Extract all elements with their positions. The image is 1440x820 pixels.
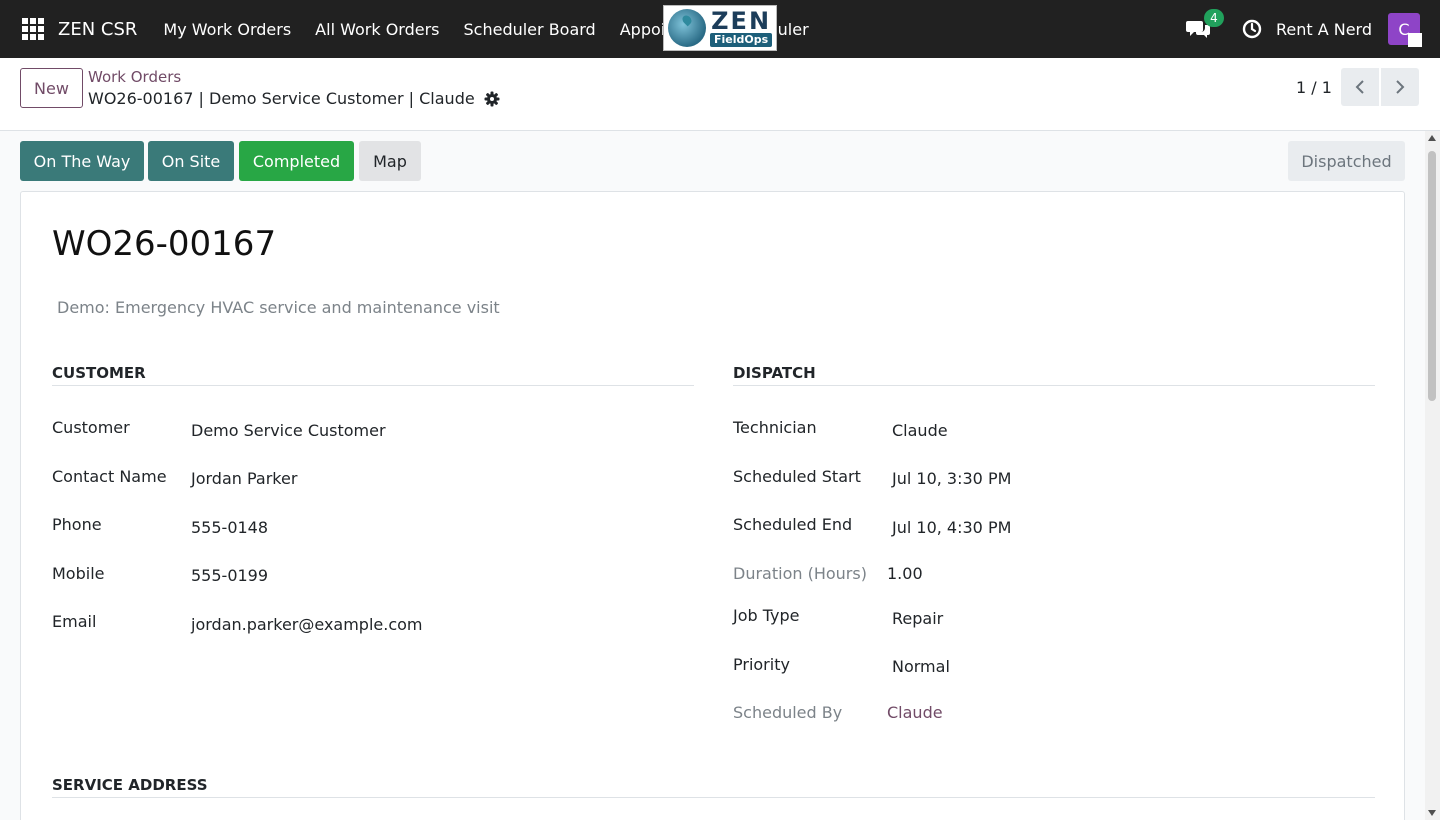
company-switcher[interactable]: Rent A Nerd bbox=[1276, 20, 1372, 39]
duration-value: 1.00 bbox=[887, 564, 923, 583]
duration-label: Duration (Hours) bbox=[733, 564, 867, 583]
customer-value[interactable]: Demo Service Customer bbox=[191, 421, 386, 440]
form-sheet: WO26-00167 Demo: Emergency HVAC service … bbox=[20, 191, 1405, 820]
logo-subtitle: FieldOps bbox=[710, 33, 773, 47]
customer-label: Customer bbox=[52, 418, 130, 437]
pager-next-button[interactable] bbox=[1381, 68, 1419, 106]
on-the-way-button[interactable]: On The Way bbox=[20, 141, 144, 181]
on-site-button[interactable]: On Site bbox=[148, 141, 234, 181]
scheduled-by-label: Scheduled By bbox=[733, 703, 843, 722]
contact-name-label: Contact Name bbox=[52, 467, 167, 486]
user-avatar[interactable]: C bbox=[1388, 13, 1422, 47]
new-button[interactable]: New bbox=[20, 68, 83, 108]
service-address-section-heading: SERVICE ADDRESS bbox=[52, 776, 1375, 798]
mobile-value[interactable]: 555-0199 bbox=[191, 566, 268, 585]
priority-label: Priority bbox=[733, 655, 790, 674]
app-brand[interactable]: ZEN CSR bbox=[58, 19, 137, 40]
logo-globe-icon bbox=[668, 9, 706, 47]
priority-value[interactable]: Normal bbox=[892, 657, 950, 676]
email-value[interactable]: jordan.parker@example.com bbox=[191, 615, 423, 634]
completed-button[interactable]: Completed bbox=[239, 141, 354, 181]
work-order-description[interactable]: Demo: Emergency HVAC service and mainten… bbox=[57, 298, 500, 317]
zen-fieldops-logo: ZEN FieldOps bbox=[663, 5, 777, 51]
scheduled-start-value[interactable]: Jul 10, 3:30 PM bbox=[892, 469, 1011, 488]
menu-all-work-orders[interactable]: All Work Orders bbox=[303, 20, 451, 39]
status-dispatched[interactable]: Dispatched bbox=[1288, 141, 1405, 181]
menu-scheduler-board[interactable]: Scheduler Board bbox=[452, 20, 608, 39]
dispatch-section-heading: DISPATCH bbox=[733, 364, 1375, 386]
logo-title: ZEN bbox=[711, 7, 772, 35]
activity-clock-icon[interactable] bbox=[1242, 19, 1262, 39]
phone-value[interactable]: 555-0148 bbox=[191, 518, 268, 537]
scheduled-start-label: Scheduled Start bbox=[733, 467, 861, 486]
pager-value[interactable]: 1 / 1 bbox=[1296, 78, 1332, 97]
scroll-thumb[interactable] bbox=[1428, 151, 1436, 401]
scheduled-end-label: Scheduled End bbox=[733, 515, 853, 534]
customer-section-heading: CUSTOMER bbox=[52, 364, 694, 386]
gear-icon[interactable] bbox=[484, 91, 500, 107]
mobile-label: Mobile bbox=[52, 564, 105, 583]
breadcrumb-current-label: WO26-00167 | Demo Service Customer | Cla… bbox=[88, 89, 475, 108]
email-label: Email bbox=[52, 612, 97, 631]
menu-my-work-orders[interactable]: My Work Orders bbox=[151, 20, 303, 39]
breadcrumb-current-record: WO26-00167 | Demo Service Customer | Cla… bbox=[88, 89, 500, 108]
pager-previous-button[interactable] bbox=[1341, 68, 1379, 106]
control-panel: New Work Orders WO26-00167 | Demo Servic… bbox=[0, 58, 1440, 131]
map-button[interactable]: Map bbox=[359, 141, 421, 181]
messages-icon[interactable]: 4 bbox=[1185, 9, 1224, 40]
chevron-left-icon bbox=[1355, 80, 1364, 94]
scheduled-end-value[interactable]: Jul 10, 4:30 PM bbox=[892, 518, 1011, 537]
top-navbar: ZEN CSR My Work Orders All Work Orders S… bbox=[0, 0, 1440, 58]
scroll-down-arrow-icon[interactable] bbox=[1428, 810, 1436, 816]
phone-label: Phone bbox=[52, 515, 102, 534]
contact-name-value[interactable]: Jordan Parker bbox=[191, 469, 297, 488]
apps-grid-icon[interactable] bbox=[22, 18, 44, 40]
work-order-title[interactable]: WO26-00167 bbox=[52, 224, 276, 264]
scroll-up-arrow-icon[interactable] bbox=[1428, 135, 1436, 141]
technician-label: Technician bbox=[733, 418, 817, 437]
job-type-value[interactable]: Repair bbox=[892, 609, 943, 628]
chevron-right-icon bbox=[1396, 80, 1405, 94]
breadcrumb-work-orders[interactable]: Work Orders bbox=[88, 68, 181, 86]
technician-value[interactable]: Claude bbox=[892, 421, 948, 440]
messages-count-badge: 4 bbox=[1203, 9, 1224, 27]
job-type-label: Job Type bbox=[733, 606, 800, 625]
page-scrollbar[interactable] bbox=[1425, 131, 1440, 820]
scheduled-by-link[interactable]: Claude bbox=[887, 703, 943, 722]
